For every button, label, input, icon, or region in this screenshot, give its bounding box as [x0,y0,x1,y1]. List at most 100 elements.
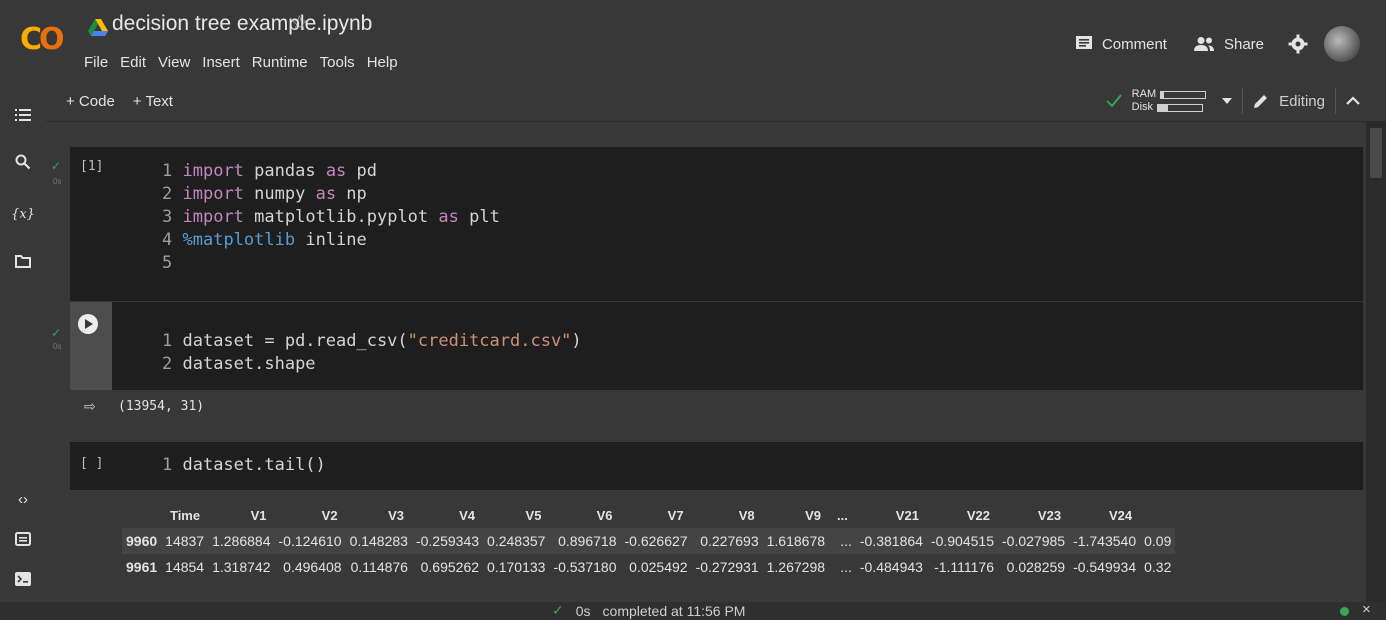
table-of-contents-icon[interactable] [12,104,34,126]
column-header: V6 [596,507,613,523]
output-arrow-icon[interactable]: ⇨ [84,398,96,415]
table-cell: -0.124610 [274,528,346,554]
column-header: V1 [250,507,267,523]
user-avatar[interactable] [1324,26,1360,62]
comment-button[interactable]: Comment [1067,31,1175,57]
table-cell: -0.484943 [859,559,923,575]
code-cell-3[interactable]: [ ] 1 dataset.tail() [70,442,1363,490]
column-header: V7 [667,507,684,523]
cell-1-exec-time: 0s [53,177,62,186]
menu-tools[interactable]: Tools [318,52,357,73]
connection-indicator-icon [1340,607,1349,616]
connected-check-icon [1106,94,1122,108]
cell-1-exec-count: [1] [80,159,104,174]
line-number: 1 [162,161,173,181]
cell-1-editor[interactable]: [1] 1 import pandas as pd 2 import numpy… [70,147,1363,301]
table-cell: ... [840,559,852,575]
dataframe-table: Time V1 V2 V3 V4 V5 V6 V7 V8 V9 ... V21 … [122,502,1176,580]
menu-runtime[interactable]: Runtime [250,52,310,73]
search-icon[interactable] [12,151,34,173]
column-header: V21 [895,507,919,523]
cell-2-editor[interactable]: 1 dataset = pd.read_csv("creditcard.csv"… [70,302,1363,390]
run-cell-button[interactable] [70,302,112,390]
row-index: 9960 [122,528,162,554]
table-cell: 0.09 [1140,528,1176,554]
table-cell: 0.248357 [483,528,550,554]
code-snippets-icon[interactable]: ‹› [12,488,34,510]
share-button[interactable]: Share [1185,32,1272,57]
cell-3-exec-count: [ ] [80,456,104,471]
table-cell: 0.896718 [549,528,621,554]
add-cell-group: + Code + Text [66,93,173,110]
column-header: V4 [459,507,476,523]
scrollbar-thumb[interactable] [1370,128,1382,178]
table-cell: -0.027985 [998,528,1070,554]
menu-file[interactable]: File [82,52,110,73]
column-header: V23 [1037,507,1062,523]
editing-mode-label[interactable]: Editing [1279,93,1325,110]
execution-status[interactable]: ✓ 0s completed at 11:56 PM [552,602,745,619]
cell-3-code[interactable]: 1 dataset.tail() [162,454,326,477]
line-number: 2 [162,184,173,204]
row-index: 9961 [126,559,158,575]
table-cell: 0.496408 [283,559,342,575]
terminal-icon[interactable] [12,568,34,590]
table-cell: -0.272931 [695,559,759,575]
table-cell: 0.170133 [487,559,546,575]
collapse-chevron-up-icon[interactable] [1346,96,1360,106]
left-sidebar: {x} ‹› [0,82,46,602]
cell-2-code[interactable]: 1 dataset = pd.read_csv("creditcard.csv"… [162,330,582,376]
ram-bar [1160,90,1207,99]
menu-insert[interactable]: Insert [200,52,242,73]
table-cell: 0.148283 [345,528,412,554]
star-icon[interactable]: ☆ [290,11,309,36]
cell-3-editor[interactable]: [ ] 1 dataset.tail() [70,442,1363,490]
code-cell-1[interactable]: ✓ 0s [1] 1 import pandas as pd 2 import … [51,147,1363,301]
table-cell: 14854 [165,559,205,575]
header-actions: Comment Share [1067,26,1360,62]
vertical-scrollbar[interactable] [1366,122,1386,602]
table-cell: 1.618678 [762,528,830,554]
drive-icon[interactable] [88,19,108,37]
table-cell: 0.695262 [420,559,480,575]
folder-icon[interactable] [12,250,34,272]
variables-icon[interactable]: {x} [11,203,35,225]
pencil-icon [1254,95,1268,108]
menu-view[interactable]: View [156,52,192,73]
toolbar-divider [1242,88,1244,114]
table-cell: -0.549934 [1073,559,1137,575]
add-text-button[interactable]: + Text [133,93,173,110]
table-cell: 0.025492 [629,559,688,575]
notebook-title[interactable]: decision tree example.ipynb [112,12,372,36]
cell-1-code[interactable]: 1 import pandas as pd 2 import numpy as … [162,160,500,275]
menu-help[interactable]: Help [365,52,400,73]
header: CO decision tree example.ipynb ☆ File Ed… [0,0,1386,82]
table-cell: 1.267298 [766,559,826,575]
table-row: 9960 14837 1.286884 -0.124610 0.148283 -… [122,528,1176,554]
table-cell: -0.537180 [553,559,617,575]
toolbar-divider-2 [1335,88,1336,114]
code-cell-2[interactable]: ✓ 0s 1 dataset = pd.read_csv("creditcard… [51,302,1363,424]
cell-2-check-icon: ✓ [51,326,62,340]
table-cell: -0.904515 [926,528,998,554]
people-icon [1193,37,1214,51]
cell-2-output-text: (13954, 31) [118,399,205,414]
colab-logo[interactable]: CO [20,22,64,57]
add-code-button[interactable]: + Code [66,93,115,110]
column-header: V22 [966,507,990,523]
resource-monitor[interactable]: RAM Disk [1131,88,1207,114]
menu-bar: File Edit View Insert Runtime Tools Help [82,52,400,73]
settings-gear-icon[interactable] [1288,34,1308,54]
table-row: 9961 14854 1.318742 0.496408 0.114876 0.… [122,554,1175,580]
menu-edit[interactable]: Edit [118,52,148,73]
command-palette-icon[interactable] [12,528,34,550]
close-icon[interactable]: × [1362,601,1371,618]
column-header: V9 [805,507,822,523]
caret-down-icon[interactable] [1222,98,1233,104]
cell-2-exec-time: 0s [53,342,62,351]
status-message: completed at 11:56 PM [602,602,746,619]
disk-label: Disk [1131,101,1154,113]
column-header: V24 [1108,507,1133,523]
table-cell: -0.381864 [855,528,927,554]
column-header: ... [837,507,848,523]
